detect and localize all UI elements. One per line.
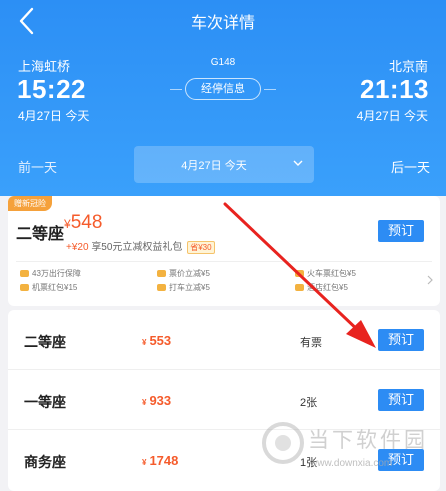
train-number: G148 [210,57,236,68]
book-button[interactable]: 预订 [378,389,424,411]
arrival-time: 21:13 [360,74,429,104]
currency-symbol: ¥ [64,217,71,231]
page-title: 车次详情 [190,15,255,32]
arrival-station: 北京南 [388,59,428,74]
featured-price: ¥548 [64,212,102,234]
featured-seat-name: 二等座 [16,226,65,243]
seat-availability: 2张 [300,397,318,409]
seat-availability: 1张 [300,457,318,469]
benefit-item: 火车票红包¥5 [295,268,356,279]
hotel-icon [295,284,304,291]
coupon-icon [157,270,166,277]
chevron-down-icon [293,160,303,166]
seat-availability: 有票 [300,337,322,349]
save-tag: 省¥30 [187,241,215,254]
departure-time: 15:22 [17,74,86,104]
featured-seat-card: 赠新冠险 二等座 ¥548 +¥20 享50元立减权益礼包 省¥30 预订 43… [8,196,440,306]
seat-row: 商务座 ¥1748 1张 预订 [8,430,440,490]
featured-extra: +¥20 享50元立减权益礼包 省¥30 [66,238,215,254]
stops-info-button[interactable]: 经停信息 [170,78,276,100]
featured-price-value: 548 [70,212,103,233]
seat-name: 一等座 [24,394,66,410]
departure-date: 4月27日 今天 [18,109,90,123]
header: 车次详情 上海虹桥 15:22 4月27日 今天 G148 经停信息 北京南 2… [0,0,446,196]
seat-name: 商务座 [24,454,66,470]
benefit-item: 打车立减¥5 [157,282,210,293]
train-icon [295,270,304,277]
seat-row: 一等座 ¥933 2张 预订 [8,370,440,430]
benefit-item: 机票红包¥15 [20,282,77,293]
benefit-item: 票价立减¥5 [157,268,210,279]
benefit-item: 43万出行保障 [20,268,81,279]
insurance-badge: 赠新冠险 [8,196,52,211]
extra-text: 享50元立减权益礼包 [91,242,183,253]
seat-list: 二等座 ¥553 有票 预订 一等座 ¥933 2张 预订 商务座 ¥1748 … [8,310,440,491]
arrival-date: 4月27日 今天 [356,109,428,123]
seat-price: ¥553 [142,333,172,348]
divider [16,261,432,262]
plane-icon [20,284,29,291]
extra-plus: +¥20 [66,242,89,253]
seat-name: 二等座 [24,334,66,350]
date-picker[interactable]: 4月27日 今天 [134,146,314,183]
featured-book-button[interactable]: 预订 [378,220,424,242]
chevron-right-icon[interactable] [426,275,434,285]
car-icon [157,284,166,291]
book-button[interactable]: 预订 [378,449,424,471]
prev-day-button[interactable]: 前一天 [18,157,57,176]
benefit-item: 酒店红包¥5 [295,282,348,293]
shield-icon [20,270,29,277]
seat-price: ¥933 [142,393,172,408]
seat-price: ¥1748 [142,453,179,468]
selected-date: 4月27日 今天 [181,160,247,172]
next-day-button[interactable]: 后一天 [391,157,430,176]
seat-row: 二等座 ¥553 有票 预订 [8,310,440,370]
book-button[interactable]: 预订 [378,329,424,351]
